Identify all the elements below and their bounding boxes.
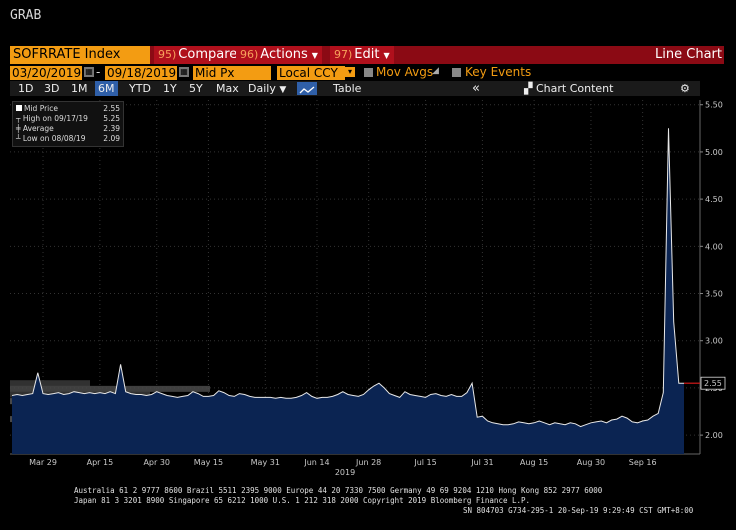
y-tick-label: 5.50: [705, 101, 723, 110]
x-tick-label: Jul 15: [413, 458, 436, 467]
legend-value: 2.09: [103, 134, 120, 143]
start-calendar-icon[interactable]: ▦: [84, 67, 94, 77]
currency-select[interactable]: Local CCY: [277, 66, 345, 80]
x-tick-label: Jun 14: [303, 458, 329, 467]
price-field-select[interactable]: Mid Px: [193, 66, 271, 80]
key-events-checkbox[interactable]: [452, 68, 461, 77]
edit-menu-label: Edit: [354, 47, 380, 62]
x-tick-label: Mar 29: [29, 458, 57, 467]
y-tick-label: 5.00: [705, 148, 723, 157]
price-chart[interactable]: 2.002.503.003.504.004.505.005.50 Mar 29A…: [0, 96, 736, 486]
period-1y[interactable]: 1Y: [163, 81, 177, 96]
edit-menu-number: 97): [334, 48, 353, 61]
actions-menu[interactable]: 96) Actions ▼: [236, 46, 322, 64]
legend-value: 2.55: [103, 104, 120, 113]
edit-caret-icon: ▼: [383, 51, 390, 60]
actions-menu-number: 96): [240, 48, 259, 61]
key-events-label: Key Events: [465, 65, 532, 79]
line-chart-icon[interactable]: [297, 82, 317, 95]
actions-menu-label: Actions: [260, 47, 308, 62]
low-marker-icon: ┴: [16, 134, 23, 143]
collapse-icon[interactable]: «: [472, 81, 480, 96]
table-button[interactable]: Table: [333, 81, 361, 96]
legend-value: 2.39: [103, 124, 120, 133]
legend-label: Mid Price: [24, 104, 58, 113]
ticker-field[interactable]: SOFRRATE Index: [10, 46, 150, 64]
x-tick-label: May 15: [194, 458, 223, 467]
period-1m[interactable]: 1M: [71, 81, 88, 96]
legend-label: Low on 08/08/19: [22, 134, 86, 143]
settings-gear-icon[interactable]: ⚙: [680, 81, 690, 96]
currency-dropdown-icon[interactable]: ▾: [345, 67, 355, 77]
last-value-label: 2.55: [704, 379, 722, 388]
y-tick-label: 4.50: [705, 195, 723, 204]
x-tick-label: Aug 15: [520, 458, 548, 467]
y-tick-label: 4.00: [705, 242, 723, 251]
chart-content-button[interactable]: ▞ Chart Content: [524, 81, 613, 96]
compare-menu[interactable]: 95) Compare: [154, 46, 242, 64]
x-tick-label: Sep 16: [629, 458, 657, 467]
y-tick-label: 3.00: [705, 337, 723, 346]
legend-label: Average: [22, 124, 54, 133]
chart-content-icon: ▞: [524, 82, 536, 95]
frequency-select[interactable]: Daily ▼: [248, 81, 286, 96]
footer-contacts-line1: Australia 61 2 9777 8600 Brazil 5511 239…: [74, 486, 603, 495]
chart-type-label: Line Chart: [655, 47, 722, 62]
window-title: GRAB: [10, 8, 42, 23]
actions-caret-icon: ▼: [311, 51, 318, 60]
high-marker-icon: ┬: [16, 114, 23, 123]
last-value-marker: 2.55: [684, 376, 726, 390]
legend-label: High on 09/17/19: [22, 114, 88, 123]
start-date-field[interactable]: 03/20/2019: [10, 66, 82, 80]
price-area-fill: [12, 128, 684, 455]
y-tick-label: 3.50: [705, 290, 723, 299]
period-6m[interactable]: 6M: [95, 81, 118, 96]
footer-contacts-line2: Japan 81 3 3201 8900 Singapore 65 6212 1…: [74, 496, 531, 505]
period-max[interactable]: Max: [216, 81, 239, 96]
x-tick-label: Jun 28: [355, 458, 381, 467]
end-date-field[interactable]: 09/18/2019: [105, 66, 177, 80]
average-marker-icon: ╪: [16, 124, 23, 133]
chart-legend[interactable]: Mid Price 2.55 ┬ High on 09/17/19 5.25 ╪ A…: [12, 101, 124, 147]
mov-avgs-label: Mov Avgs: [376, 65, 434, 79]
footer-session-info: SN 804703 G734-295-1 20-Sep-19 9:29:49 C…: [463, 506, 694, 515]
x-tick-label: May 31: [251, 458, 280, 467]
x-axis-ticks: Mar 29 Apr 15 Apr 30 May 15 May 31 Jun 14 Jun …: [29, 458, 656, 467]
price-line: [11, 128, 684, 428]
chart-content-label: Chart Content: [535, 82, 614, 95]
x-tick-label: Apr 30: [143, 458, 170, 467]
profile-bar: [10, 380, 90, 387]
legend-value: 5.25: [103, 114, 120, 123]
y-tick-label: 2.00: [705, 431, 723, 440]
legend-row-low: ┴ Low on 08/08/19 2.09: [16, 134, 120, 144]
period-1d[interactable]: 1D: [18, 81, 33, 96]
legend-row-average: ╪ Average 2.39: [16, 124, 120, 134]
frequency-label: Daily: [248, 82, 276, 95]
date-separator: -: [96, 65, 101, 79]
compare-menu-label: Compare: [178, 47, 238, 62]
edit-menu[interactable]: 97) Edit ▼: [330, 46, 394, 64]
legend-row-high: ┬ High on 09/17/19 5.25: [16, 114, 120, 124]
period-3d[interactable]: 3D: [44, 81, 59, 96]
x-tick-label: Jul 31: [470, 458, 493, 467]
compare-menu-number: 95): [158, 48, 177, 61]
mid-price-swatch: [16, 105, 22, 111]
period-ytd[interactable]: YTD: [129, 81, 151, 96]
x-tick-label: Apr 15: [87, 458, 114, 467]
legend-row-mid-price: Mid Price 2.55: [16, 104, 120, 114]
mov-avgs-checkbox[interactable]: [364, 68, 373, 77]
mov-avgs-dropdown-icon[interactable]: ◢: [432, 66, 439, 76]
x-tick-label: Aug 30: [577, 458, 605, 467]
period-5y[interactable]: 5Y: [189, 81, 203, 96]
x-axis-year-label: 2019: [335, 468, 355, 477]
frequency-caret-icon: ▼: [279, 85, 287, 95]
end-calendar-icon[interactable]: ▦: [179, 67, 189, 77]
